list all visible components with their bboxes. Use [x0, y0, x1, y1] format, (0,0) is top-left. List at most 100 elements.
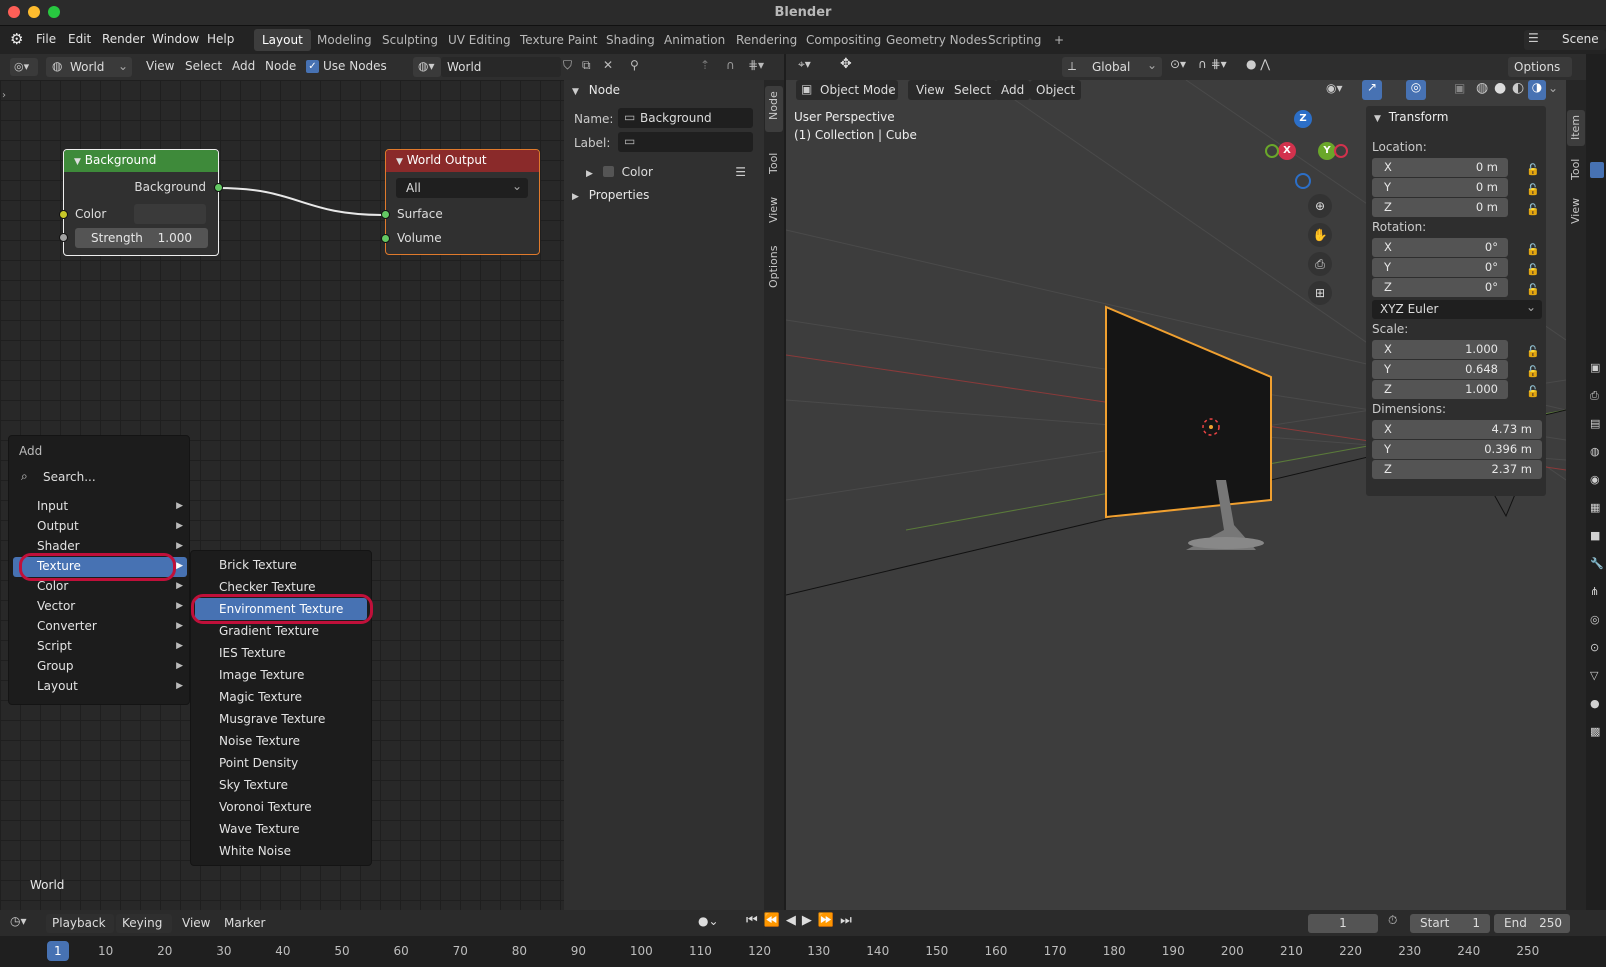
- overlay-toggle-icon[interactable]: ◎: [1406, 80, 1426, 100]
- keying-menu[interactable]: Keying ⌄: [116, 914, 172, 944]
- background-node[interactable]: ▼ Background Background Color Strength 1…: [59, 149, 223, 256]
- transform-panel-header[interactable]: ▼ Transform: [1374, 110, 1448, 124]
- material-shading-icon[interactable]: ◐: [1512, 80, 1524, 96]
- playback-menu[interactable]: Playback ⌄: [46, 914, 114, 944]
- menu-item-output[interactable]: Output ▶: [9, 517, 191, 537]
- solid-shading-icon[interactable]: ●: [1494, 80, 1506, 96]
- pivot-icon[interactable]: ⊙▾: [1170, 57, 1186, 71]
- menu-render[interactable]: Render: [102, 32, 145, 46]
- scale-y-field[interactable]: Y 0.648: [1372, 360, 1508, 379]
- duplicate-icon[interactable]: ⧉: [582, 58, 591, 73]
- wireframe-shading-icon[interactable]: ◍: [1476, 80, 1488, 96]
- fake-user-shield-icon[interactable]: ⛉: [563, 58, 572, 73]
- preview-range-clock-icon[interactable]: ⏱: [1388, 913, 1397, 928]
- property-tab-icons[interactable]: ▣ ⎙ ▤ ◍ ◉ ▦ ■ 🔧 ⋔ ◎ ⊙ ▽ ● ▩: [1590, 354, 1604, 746]
- menu-item-group[interactable]: Group ▶: [9, 657, 191, 677]
- 3d-viewport[interactable]: ▣ Object Mode ⌄ View Select Add Object ◉…: [786, 80, 1566, 910]
- background-node-header[interactable]: ▼ Background: [64, 150, 218, 172]
- scale-z-field[interactable]: Z 1.000: [1372, 380, 1508, 399]
- editor-type-icon[interactable]: ⌖▾: [798, 57, 811, 72]
- node-label-field[interactable]: ▭: [618, 132, 753, 152]
- strength-field[interactable]: Strength 1.000: [75, 228, 208, 248]
- transform-tool-icon[interactable]: ✥: [840, 56, 852, 72]
- properties-panel-header[interactable]: ▶ Properties: [572, 188, 756, 208]
- camera-icon[interactable]: ⎙: [1308, 252, 1332, 276]
- parent-node-tree-icon[interactable]: ⇡: [700, 58, 710, 72]
- volume-input-socket[interactable]: [381, 234, 390, 243]
- color-swatch[interactable]: [134, 204, 206, 224]
- pan-hand-icon[interactable]: ✋: [1308, 223, 1332, 247]
- lock-icons-location[interactable]: 🔓 🔓 🔓: [1526, 160, 1540, 220]
- viewport-menu-object[interactable]: Object: [1030, 80, 1082, 100]
- menu-item-converter[interactable]: Converter ▶: [9, 617, 191, 637]
- perspective-grid-icon[interactable]: ⊞: [1308, 281, 1332, 305]
- rotation-x-field[interactable]: X 0°: [1372, 238, 1508, 257]
- xray-icon[interactable]: ▣: [1454, 81, 1465, 95]
- transform-orientation-select[interactable]: ⟂ Global ⌄: [1062, 57, 1162, 77]
- submenu-item-wave-texture[interactable]: Wave Texture: [219, 820, 300, 840]
- tab-shading[interactable]: Shading: [598, 29, 663, 51]
- proportional-edit-icon[interactable]: ● ⋀: [1246, 57, 1270, 71]
- use-nodes-checkbox[interactable]: ✓: [306, 60, 319, 73]
- viewport-menu-add[interactable]: Add: [995, 80, 1031, 100]
- menu-window[interactable]: Window: [152, 32, 199, 46]
- menu-item-input[interactable]: Input ▶: [9, 497, 191, 517]
- outliner-selection-marker[interactable]: [1590, 162, 1604, 178]
- menu-edit[interactable]: Edit: [68, 32, 91, 46]
- world-output-node[interactable]: ▼ World Output All ⌄ Surface Volume: [381, 149, 540, 255]
- tab-tool[interactable]: Tool: [1569, 159, 1582, 180]
- playback-controls-icons[interactable]: ⏮⏪◀▶⏩⏭: [746, 913, 858, 928]
- lock-icons-rotation[interactable]: 🔓 🔓 🔓: [1526, 240, 1540, 300]
- record-icon[interactable]: ●⌄: [698, 914, 719, 928]
- tab-rendering[interactable]: Rendering: [728, 29, 805, 51]
- shader-type-select[interactable]: ◍ World ⌄: [46, 57, 132, 77]
- viewport-menu-select[interactable]: Select: [948, 80, 998, 100]
- menu-file[interactable]: File: [36, 32, 56, 46]
- scene-selector[interactable]: ☰ Scene: [1524, 30, 1606, 50]
- gizmo-x-axis[interactable]: X: [1278, 142, 1296, 160]
- tab-modeling[interactable]: Modeling: [309, 29, 380, 51]
- submenu-item-noise-texture[interactable]: Noise Texture: [219, 732, 300, 752]
- node-menu-node[interactable]: Node: [265, 59, 296, 73]
- tab-texture-paint[interactable]: Texture Paint: [512, 29, 605, 51]
- background-output-socket[interactable]: [214, 183, 223, 192]
- strength-input-socket[interactable]: [59, 233, 68, 242]
- location-z-field[interactable]: Z0 m: [1372, 198, 1508, 217]
- snap-icon[interactable]: ∩ ⋕▾: [1198, 57, 1227, 71]
- gizmo-neg-x[interactable]: [1334, 144, 1348, 158]
- tab-animation[interactable]: Animation: [656, 29, 733, 51]
- snap-increment-icon[interactable]: ⋕▾: [748, 58, 764, 72]
- options-button[interactable]: Options: [1508, 57, 1572, 77]
- dimensions-z-field[interactable]: Z 2.37 m: [1372, 460, 1542, 479]
- blender-logo-icon[interactable]: ⚙: [10, 30, 23, 48]
- surface-input-socket[interactable]: [381, 210, 390, 219]
- tab-tool[interactable]: Tool: [767, 153, 780, 174]
- tab-view[interactable]: View: [767, 197, 780, 223]
- menu-item-script[interactable]: Script ▶: [9, 637, 191, 657]
- color-input-socket[interactable]: [59, 210, 68, 219]
- object-mode-select[interactable]: ▣ Object Mode ⌄: [796, 80, 898, 100]
- submenu-item-brick-texture[interactable]: Brick Texture: [219, 556, 297, 576]
- tab-layout[interactable]: Layout: [254, 29, 311, 51]
- tab-sculpting[interactable]: Sculpting: [374, 29, 446, 51]
- submenu-item-voronoi-texture[interactable]: Voronoi Texture: [219, 798, 312, 818]
- end-frame-field[interactable]: End 250: [1494, 914, 1570, 933]
- node-menu-view[interactable]: View: [146, 59, 174, 73]
- submenu-item-sky-texture[interactable]: Sky Texture: [219, 776, 288, 796]
- gizmo-neg-y[interactable]: [1265, 144, 1279, 158]
- rotation-mode-select[interactable]: XYZ Euler ⌄: [1372, 300, 1542, 319]
- tab-item[interactable]: Item: [1569, 115, 1582, 140]
- snap-magnet-icon[interactable]: ∩: [726, 58, 735, 72]
- tab-geometry-nodes[interactable]: Geometry Nodes: [878, 29, 995, 51]
- world-name-field[interactable]: World: [441, 57, 561, 77]
- tab-scripting[interactable]: Scripting: [980, 29, 1049, 51]
- visibility-icon[interactable]: ◉▾: [1326, 81, 1343, 95]
- menu-item-layout[interactable]: Layout ▶: [9, 677, 191, 697]
- list-icon[interactable]: ☰: [735, 165, 746, 179]
- add-menu-search[interactable]: ⌕ Search...: [13, 467, 187, 489]
- color-subpanel[interactable]: ▶ Color ☰: [586, 165, 756, 185]
- current-frame-field[interactable]: 1: [1308, 914, 1378, 933]
- frame-ruler[interactable]: 1 10 20 30 40 50 60 70 80 90 100 110 120 130 140 150 160…: [0, 936, 1606, 967]
- submenu-item-gradient-texture[interactable]: Gradient Texture: [219, 622, 319, 642]
- dimensions-x-field[interactable]: X 4.73 m: [1372, 420, 1542, 439]
